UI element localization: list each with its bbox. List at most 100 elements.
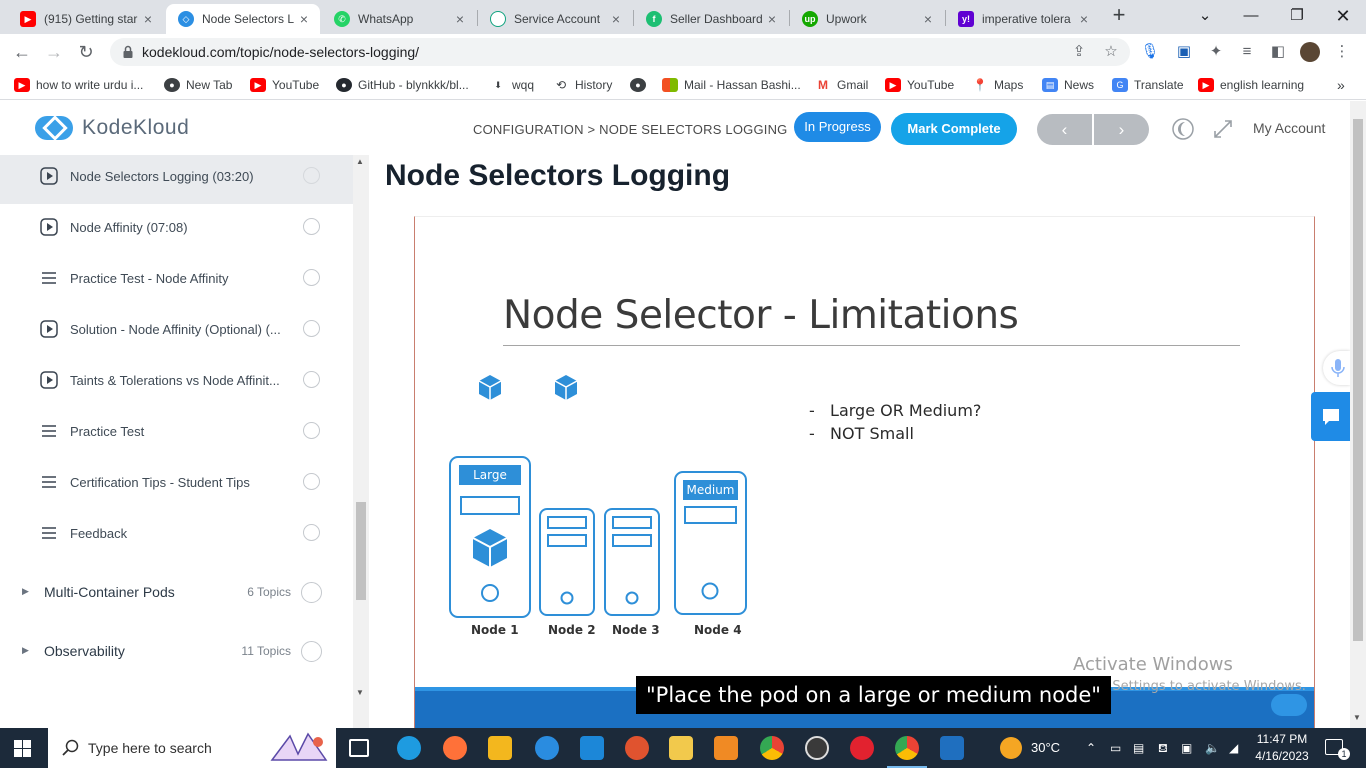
opera-icon[interactable] (850, 736, 874, 760)
dark-mode-icon[interactable] (1171, 117, 1195, 141)
spiral-app-icon[interactable] (625, 736, 649, 760)
previous-lesson-button[interactable]: ‹ (1037, 114, 1092, 145)
lesson-taints-tolerations[interactable]: Taints & Tolerations vs Node Affinit... (0, 357, 353, 408)
side-panel-icon[interactable]: ◧ (1268, 42, 1288, 62)
restore-button[interactable]: ❐ (1274, 0, 1320, 32)
forward-button[interactable]: → (42, 40, 66, 64)
scroll-down-arrow-icon[interactable]: ▼ (1353, 713, 1361, 722)
completion-circle[interactable] (303, 473, 320, 490)
download-extension-icon[interactable]: ▣ (1174, 42, 1194, 62)
chrome-icon[interactable] (760, 736, 784, 760)
page-scrollbar-thumb[interactable] (1353, 119, 1363, 641)
bookmark-item[interactable]: ● New Tab (164, 76, 232, 94)
close-icon[interactable]: × (608, 11, 624, 27)
reload-button[interactable]: ↻ (74, 40, 98, 64)
weather-icon[interactable] (1000, 737, 1022, 759)
bookmark-item[interactable]: ⬇ wqq (490, 76, 534, 94)
scroll-down-arrow-icon[interactable]: ▼ (356, 688, 364, 697)
tab-yahoo[interactable]: y! imperative tolera × (946, 4, 1100, 34)
chrome-active-icon[interactable] (887, 736, 927, 768)
show-hidden-icons[interactable]: ⌃ (1086, 728, 1096, 768)
bookmark-item[interactable]: M Gmail (815, 76, 868, 94)
meet-now-icon[interactable]: ▤ (1133, 728, 1144, 768)
tab-kodekloud[interactable]: ◇ Node Selectors L × (166, 4, 320, 34)
edge-icon[interactable] (397, 736, 421, 760)
bookmark-item[interactable]: ⟲ History (553, 76, 612, 94)
bookmark-item[interactable]: 📍 Maps (972, 76, 1024, 94)
bookmark-item[interactable]: ▶ YouTube (250, 76, 319, 94)
my-account-link[interactable]: My Account (1253, 120, 1325, 136)
back-button[interactable]: ← (10, 40, 34, 64)
taskbar-search[interactable]: Type here to search (48, 728, 336, 768)
bookmark-item[interactable]: ▶ how to write urdu i... (14, 76, 143, 94)
new-tab-button[interactable]: + (1108, 4, 1130, 27)
volume-icon[interactable]: 🔈 (1205, 728, 1220, 768)
menu-kebab-icon[interactable]: ⋮ (1332, 42, 1352, 62)
close-icon[interactable]: × (296, 11, 312, 27)
tab-youtube[interactable]: ▶ (915) Getting star × (8, 4, 164, 34)
completion-circle[interactable] (303, 422, 320, 439)
voice-input-icon[interactable] (1323, 351, 1350, 385)
lesson-feedback[interactable]: Feedback (0, 510, 353, 561)
lesson-node-affinity[interactable]: Node Affinity (07:08) (0, 204, 353, 255)
page-scrollbar[interactable]: ▼ (1350, 101, 1366, 728)
tab-whatsapp[interactable]: ✆ WhatsApp × (322, 4, 476, 34)
task-view-icon[interactable] (349, 739, 369, 757)
usb-icon[interactable]: ⛾ (1158, 728, 1168, 768)
completion-circle[interactable] (303, 371, 320, 388)
obs-icon[interactable] (805, 736, 829, 760)
mark-complete-button[interactable]: Mark Complete (891, 113, 1017, 145)
microsoft-store-icon[interactable] (488, 736, 512, 760)
lesson-certification-tips[interactable]: Certification Tips - Student Tips (0, 459, 353, 510)
firefox-icon[interactable] (443, 736, 467, 760)
lesson-practice-test-node-affinity[interactable]: Practice Test - Node Affinity (0, 255, 353, 306)
share-icon[interactable]: ⇪ (1070, 43, 1088, 61)
bookmark-item[interactable]: ▶ YouTube (885, 76, 954, 94)
lesson-node-selectors-logging[interactable]: Node Selectors Logging (03:20) (0, 155, 353, 204)
settings-app-icon[interactable] (714, 736, 738, 760)
lesson-practice-test[interactable]: Practice Test (0, 408, 353, 459)
skype-icon[interactable] (535, 736, 559, 760)
chat-support-icon[interactable] (1311, 392, 1350, 441)
tab-seller-dashboard[interactable]: f Seller Dashboard × (634, 4, 788, 34)
minimize-button[interactable]: — (1228, 0, 1274, 32)
video-player[interactable]: Node Selector - Limitations - Large OR M… (414, 216, 1315, 728)
mail-icon[interactable] (580, 736, 604, 760)
close-icon[interactable]: × (452, 11, 468, 27)
file-explorer-icon[interactable] (669, 736, 693, 760)
bookmark-star-icon[interactable]: ☆ (1102, 43, 1120, 61)
bookmark-item[interactable]: ▤ News (1042, 76, 1094, 94)
reading-list-icon[interactable]: ≡ (1237, 42, 1257, 62)
windows-start-icon[interactable] (14, 740, 31, 757)
completion-circle[interactable] (303, 269, 320, 286)
tab-service-account[interactable]: Service Account × (478, 4, 632, 34)
completion-circle[interactable] (303, 320, 320, 337)
kodekloud-logo[interactable]: KodeKloud (34, 115, 189, 141)
profile-avatar[interactable] (1300, 42, 1320, 62)
completion-circle[interactable] (301, 582, 322, 603)
mic-extension-icon[interactable]: 🎙 (1140, 42, 1160, 62)
close-icon[interactable]: × (1076, 11, 1092, 27)
bookmark-item[interactable]: ● GitHub - blynkkk/bl... (336, 76, 469, 94)
section-observability[interactable]: ▶ Observability 11 Topics (0, 624, 353, 680)
sidebar-scrollbar[interactable]: ▲ ▼ (353, 155, 369, 728)
close-icon[interactable]: × (764, 11, 780, 27)
section-multi-container-pods[interactable]: ▶ Multi-Container Pods 6 Topics (0, 565, 353, 621)
system-clock[interactable]: 11:47 PM 4/16/2023 (1250, 731, 1314, 765)
lesson-solution-node-affinity[interactable]: Solution - Node Affinity (Optional) (... (0, 306, 353, 357)
more-bookmarks-icon[interactable]: » (1337, 76, 1345, 94)
completion-circle[interactable] (303, 218, 320, 235)
in-progress-button[interactable]: In Progress (794, 112, 881, 142)
wifi-icon[interactable]: ◢ (1229, 728, 1238, 768)
display-icon[interactable]: ▣ (1181, 728, 1192, 768)
photos-icon[interactable] (940, 736, 964, 760)
bookmark-item[interactable]: ▶ english learning (1198, 76, 1304, 94)
bookmark-item[interactable]: G Translate (1112, 76, 1184, 94)
bookmark-item[interactable]: ● (630, 76, 652, 94)
next-lesson-button[interactable]: › (1094, 114, 1149, 145)
battery-icon[interactable]: ▭ (1110, 728, 1121, 768)
extensions-icon[interactable]: ✦ (1206, 42, 1226, 62)
bookmark-item[interactable]: Mail - Hassan Bashi... (662, 76, 801, 94)
scroll-up-arrow-icon[interactable]: ▲ (356, 157, 364, 166)
close-window-button[interactable]: ✕ (1320, 0, 1366, 32)
